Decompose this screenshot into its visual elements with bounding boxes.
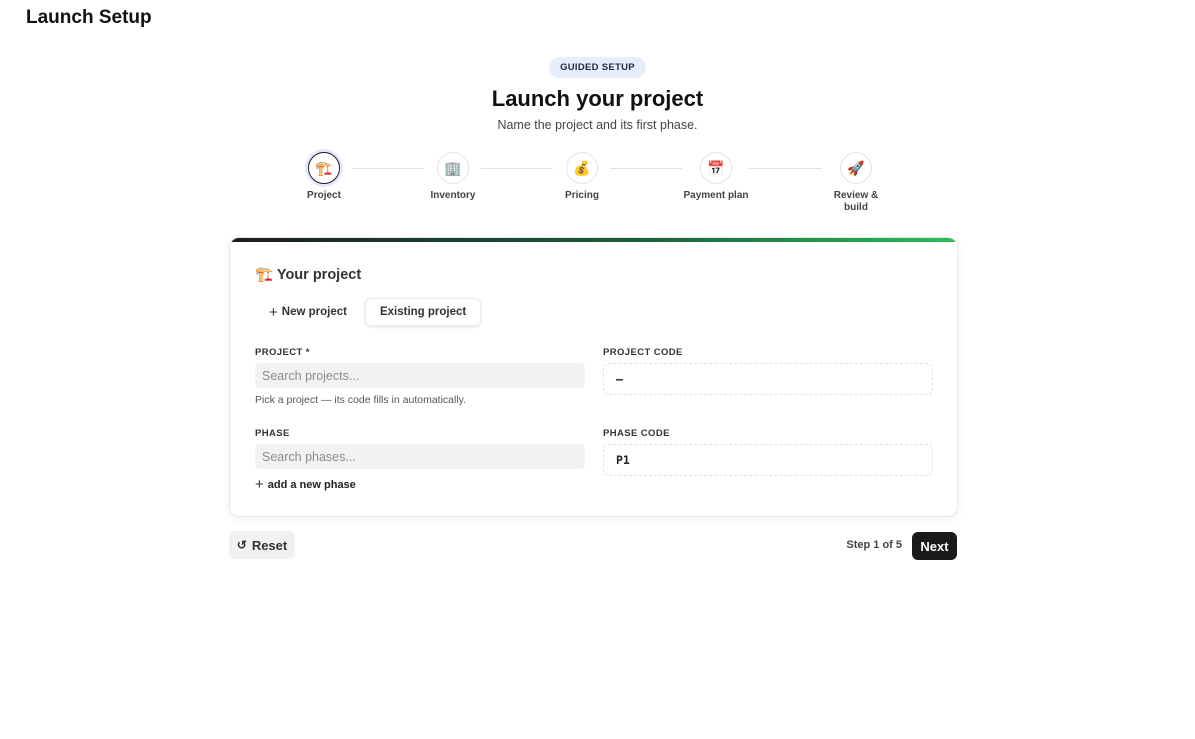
- plus-icon: +: [269, 303, 278, 321]
- phase-label: PHASE: [255, 428, 290, 439]
- step-pricing[interactable]: 💰 Pricing: [537, 152, 627, 202]
- step-label: Inventory: [430, 190, 476, 201]
- reset-button[interactable]: ↺ Reset: [229, 531, 295, 559]
- reset-label: Reset: [251, 537, 288, 553]
- stepper: 🏗️ Project 🏢 Inventory 💰 Pricing 📅 Payme…: [0, 152, 1195, 222]
- app-title: Launch Setup: [26, 7, 152, 28]
- step-inventory[interactable]: 🏢 Inventory: [408, 152, 498, 202]
- project-mode-toggle: + New project Existing project: [255, 298, 482, 326]
- step-project[interactable]: 🏗️ Project: [279, 152, 369, 202]
- guided-setup-badge: GUIDED SETUP: [549, 57, 646, 78]
- add-phase-link[interactable]: + add a new phase: [255, 476, 356, 493]
- page-subtitle: Name the project and its first phase.: [497, 118, 698, 132]
- project-hint: Pick a project — its code fills in autom…: [255, 394, 467, 406]
- step-label: Review & build: [833, 190, 879, 213]
- project-code-label: PROJECT CODE: [603, 347, 683, 358]
- reset-icon: ↺: [236, 538, 247, 552]
- step-label: Project: [307, 190, 341, 201]
- construction-icon: 🏗️: [255, 267, 274, 283]
- card-title-text: Your project: [276, 267, 362, 283]
- step-counter: Step 1 of 5: [846, 539, 902, 551]
- step-payment-plan[interactable]: 📅 Payment plan: [671, 152, 761, 202]
- existing-project-label: Existing project: [379, 306, 467, 318]
- page-title: Launch your project: [491, 86, 704, 111]
- progress-bar: [230, 238, 957, 242]
- project-card: 🏗️ Your project + New project Existing p…: [229, 237, 958, 517]
- calendar-icon: 📅: [700, 152, 732, 184]
- new-project-button[interactable]: + New project: [255, 298, 361, 326]
- project-search-input[interactable]: [255, 363, 585, 388]
- project-label: PROJECT *: [255, 347, 310, 358]
- building-icon: 🏢: [437, 152, 469, 184]
- step-label: Payment plan: [683, 190, 749, 201]
- phase-code-label: PHASE CODE: [603, 428, 670, 439]
- project-code-value: —: [603, 363, 933, 395]
- rocket-icon: 🚀: [840, 152, 872, 184]
- phase-code-value: P1: [603, 444, 933, 476]
- next-button[interactable]: Next: [912, 532, 957, 560]
- money-bag-icon: 💰: [566, 152, 598, 184]
- new-project-label: New project: [281, 306, 347, 318]
- plus-icon: +: [255, 476, 264, 493]
- phase-search-input[interactable]: [255, 444, 585, 469]
- add-phase-label: add a new phase: [267, 478, 356, 491]
- existing-project-button[interactable]: Existing project: [364, 298, 482, 326]
- page-header: GUIDED SETUP Launch your project Name th…: [0, 57, 1195, 132]
- step-review-build[interactable]: 🚀 Review & build: [826, 152, 886, 214]
- step-label: Pricing: [565, 190, 599, 201]
- construction-icon: 🏗️: [308, 152, 340, 184]
- card-title: 🏗️ Your project: [255, 266, 361, 283]
